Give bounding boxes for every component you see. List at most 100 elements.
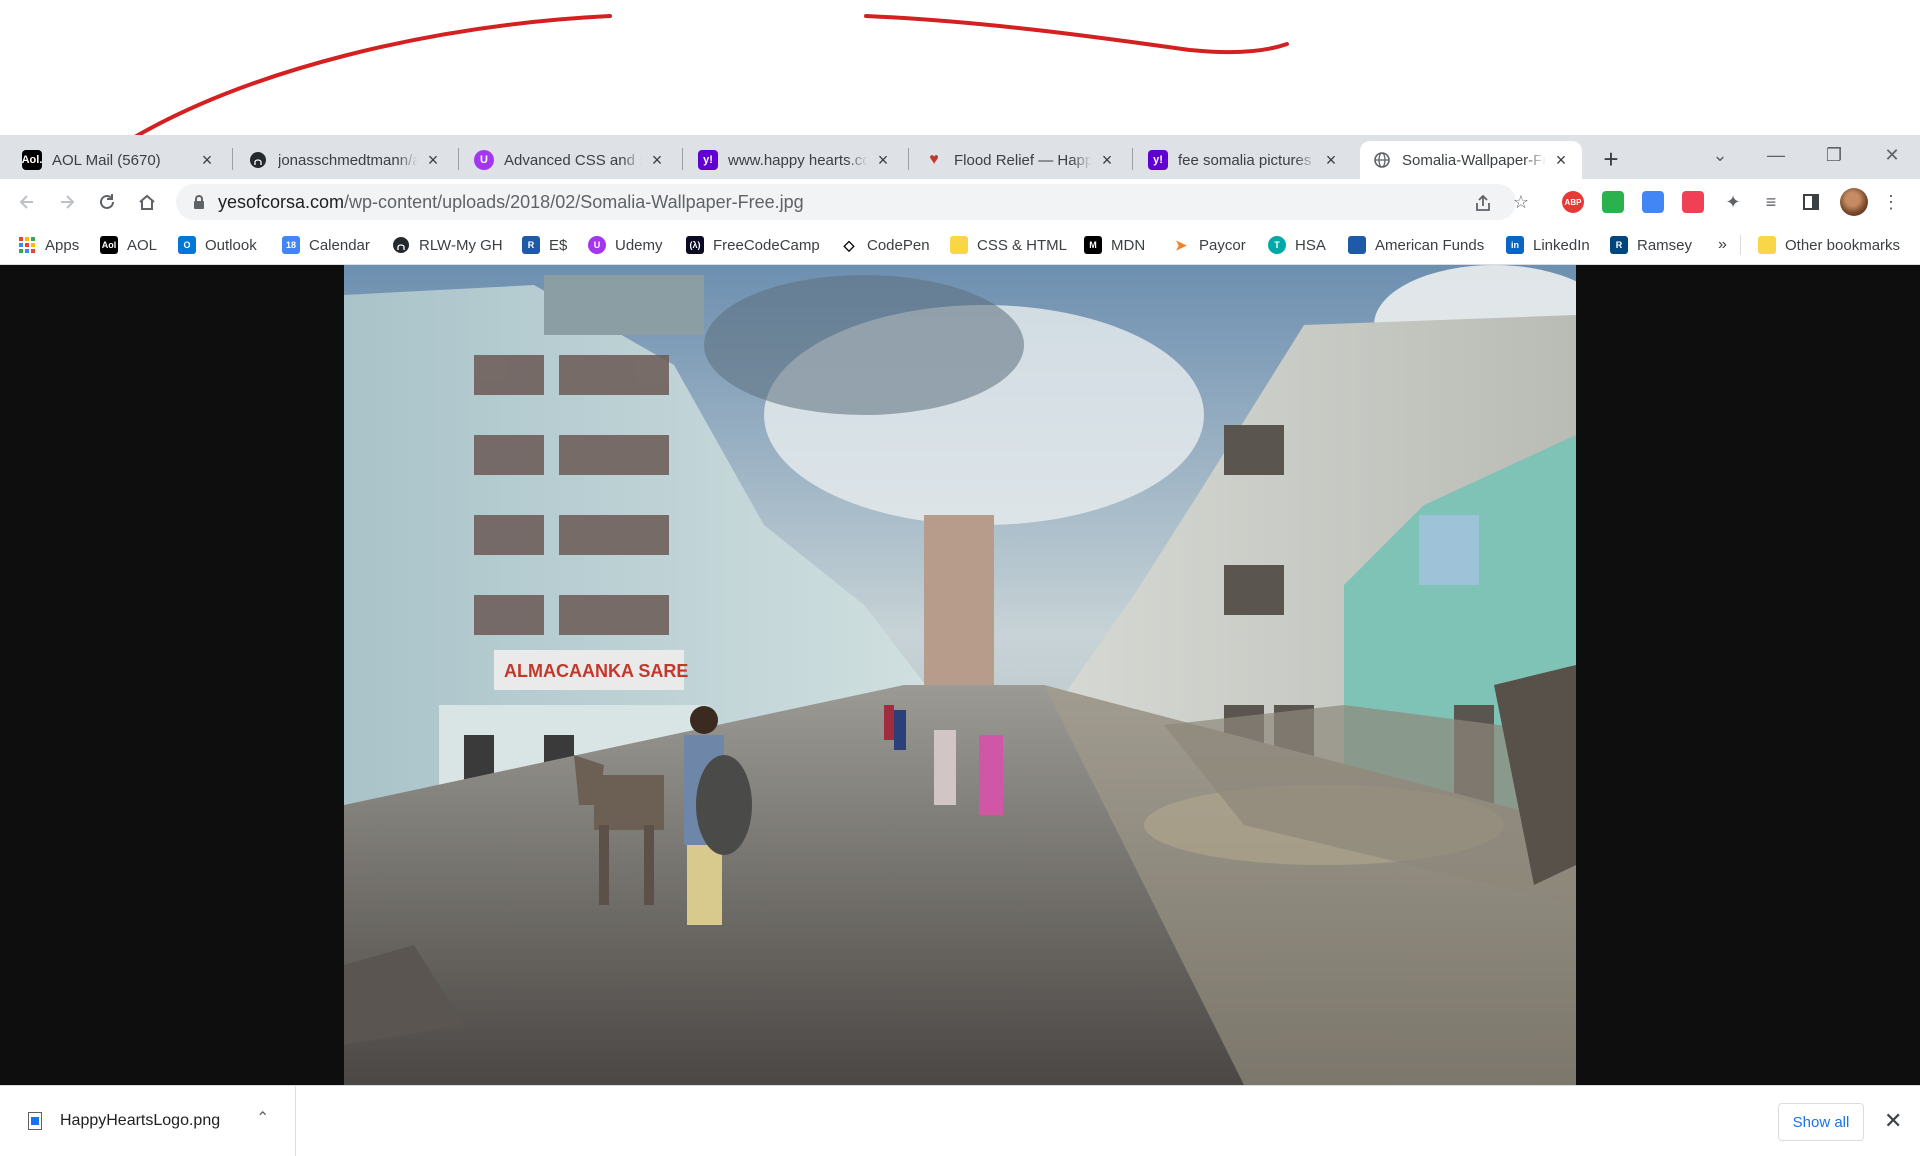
tab-title: Advanced CSS and Sa: [504, 151, 642, 169]
bookmark-item[interactable]: (λ) FreeCodeCamp: [686, 233, 820, 257]
somalia-street-photo[interactable]: ALMACAANKA SARE: [344, 265, 1576, 1085]
bookmark-item[interactable]: R Ramsey: [1610, 233, 1692, 257]
bookmark-item[interactable]: O Outlook: [178, 233, 257, 257]
profile-avatar[interactable]: [1840, 188, 1868, 216]
feedly-icon[interactable]: [1602, 191, 1624, 213]
udemy-icon: U: [474, 150, 494, 170]
back-button[interactable]: [12, 187, 42, 217]
extension-blue-icon[interactable]: [1642, 191, 1664, 213]
mdn-icon: M: [1084, 236, 1102, 254]
bookmarks-overflow-button[interactable]: »: [1718, 233, 1727, 257]
browser-tab[interactable]: y! www.happy hearts.co ×: [686, 141, 904, 179]
bookmark-label: E$: [549, 236, 568, 254]
forward-arrow-icon: [61, 195, 75, 209]
folder-icon: [950, 236, 968, 254]
tab-separator: [232, 148, 233, 170]
bookmark-item[interactable]: 18 Calendar: [282, 233, 370, 257]
image-viewer: ALMACAANKA SARE: [0, 265, 1920, 1085]
close-window-button[interactable]: ✕: [1872, 140, 1912, 170]
show-all-button[interactable]: Show all: [1778, 1103, 1864, 1141]
browser-tab[interactable]: y! fee somalia pictures ×: [1136, 141, 1352, 179]
side-panel-icon[interactable]: [1800, 191, 1822, 213]
back-arrow-icon: [19, 195, 33, 209]
other-bookmarks[interactable]: Other bookmarks: [1758, 233, 1900, 257]
download-item[interactable]: HappyHeartsLogo.png ⌃: [0, 1086, 296, 1156]
download-filename: HappyHeartsLogo.png: [60, 1112, 221, 1129]
chrome-menu-icon[interactable]: ⋮: [1880, 191, 1902, 213]
bookmark-star-icon[interactable]: ☆: [1510, 191, 1532, 213]
github-icon: [392, 236, 410, 254]
bookmark-label: FreeCodeCamp: [713, 236, 820, 254]
tab-separator: [908, 148, 909, 170]
calendar-icon: 18: [282, 236, 300, 254]
tab-title: AOL Mail (5670): [52, 151, 161, 169]
restore-button[interactable]: ❐: [1814, 140, 1854, 170]
bookmark-item[interactable]: U Udemy: [588, 233, 663, 257]
home-icon: [139, 194, 155, 210]
bookmark-item[interactable]: in LinkedIn: [1506, 233, 1590, 257]
red-pen-annotation: [131, 14, 1289, 140]
browser-tab[interactable]: U Advanced CSS and Sa ×: [462, 141, 678, 179]
close-icon[interactable]: ✕: [1884, 1108, 1902, 1134]
svg-text:ALMACAANKA SARE: ALMACAANKA SARE: [504, 661, 688, 681]
tab-close-icon[interactable]: ×: [424, 150, 442, 170]
bookmark-item[interactable]: Apps: [18, 233, 79, 257]
home-button[interactable]: [132, 187, 162, 217]
annotation-area: [0, 0, 1920, 140]
reload-icon: [100, 194, 114, 209]
chevron-up-icon[interactable]: ⌃: [256, 1108, 269, 1128]
bookmark-label: CSS & HTML: [977, 236, 1068, 254]
media-control-icon[interactable]: ≡: [1760, 191, 1782, 213]
r-icon: R: [522, 236, 540, 254]
browser-tab[interactable]: Aol. AOL Mail (5670) ×: [10, 141, 228, 179]
paycor-icon: ➤: [1175, 236, 1187, 253]
minimize-button[interactable]: —: [1756, 140, 1796, 170]
browser-tab[interactable]: Somalia-Wallpaper-Fr ×: [1360, 141, 1582, 179]
tab-separator: [458, 148, 459, 170]
extensions-puzzle-icon[interactable]: ✦: [1722, 191, 1744, 213]
bookmark-item[interactable]: ◇ CodePen: [840, 233, 930, 257]
browser-tab[interactable]: jonasschmedtmann/a ×: [236, 141, 454, 179]
browser-tab[interactable]: ♥ Flood Relief — Happy ×: [912, 141, 1128, 179]
download-shelf: HappyHeartsLogo.png ⌃ Show all ✕: [0, 1085, 1920, 1156]
forward-button[interactable]: [52, 187, 82, 217]
bookmark-label: MDN: [1111, 236, 1146, 254]
tab-separator: [682, 148, 683, 170]
heart-icon: ♥: [929, 151, 939, 168]
bookmark-item[interactable]: M MDN: [1084, 233, 1145, 257]
american-funds-icon: [1348, 236, 1366, 254]
share-icon[interactable]: [1472, 192, 1494, 214]
bookmarks-bar: Apps Aol AOL O Outlook 18 Calendar RLW-My GH R E$…: [0, 225, 1920, 265]
bookmark-label: AOL: [127, 236, 158, 254]
bookmark-item[interactable]: American Funds: [1348, 233, 1484, 257]
tab-close-icon[interactable]: ×: [1322, 150, 1340, 170]
bookmark-item[interactable]: ➤ Paycor: [1172, 233, 1246, 257]
address-bar[interactable]: yesofcorsa.com/wp-content/uploads/2018/0…: [176, 184, 1516, 220]
bookmark-item[interactable]: T HSA: [1268, 233, 1326, 257]
tab-close-icon[interactable]: ×: [648, 150, 666, 170]
udemy-icon: U: [588, 236, 606, 254]
pocket-icon[interactable]: [1682, 191, 1704, 213]
bookmark-label: American Funds: [1375, 236, 1485, 254]
reload-button[interactable]: [92, 187, 122, 217]
abp-icon[interactable]: ABP: [1562, 191, 1584, 213]
photo-render: ALMACAANKA SARE: [344, 265, 1576, 1085]
new-tab-button[interactable]: +: [1596, 144, 1626, 174]
other-bookmarks-label: Other bookmarks: [1785, 236, 1901, 254]
tab-close-icon[interactable]: ×: [1098, 150, 1116, 170]
bookmark-item[interactable]: Aol AOL: [100, 233, 157, 257]
bookmark-item[interactable]: RLW-My GH: [392, 233, 503, 257]
tab-close-icon[interactable]: ×: [198, 150, 216, 170]
tab-close-icon[interactable]: ×: [874, 150, 892, 170]
tab-close-icon[interactable]: ×: [1552, 150, 1570, 170]
bookmark-label: CodePen: [867, 236, 930, 254]
url-text[interactable]: yesofcorsa.com/wp-content/uploads/2018/0…: [218, 192, 804, 213]
tab-search-chevron-icon[interactable]: ⌄: [1700, 140, 1740, 170]
bookmark-item[interactable]: CSS & HTML: [950, 233, 1067, 257]
image-file-icon: [28, 1112, 42, 1130]
tab-title: fee somalia pictures: [1178, 151, 1312, 169]
bookmark-item[interactable]: R E$: [522, 233, 567, 257]
bookmark-label: Udemy: [615, 236, 663, 254]
folder-icon: [1758, 236, 1776, 254]
freecodecamp-icon: (λ): [686, 236, 704, 254]
